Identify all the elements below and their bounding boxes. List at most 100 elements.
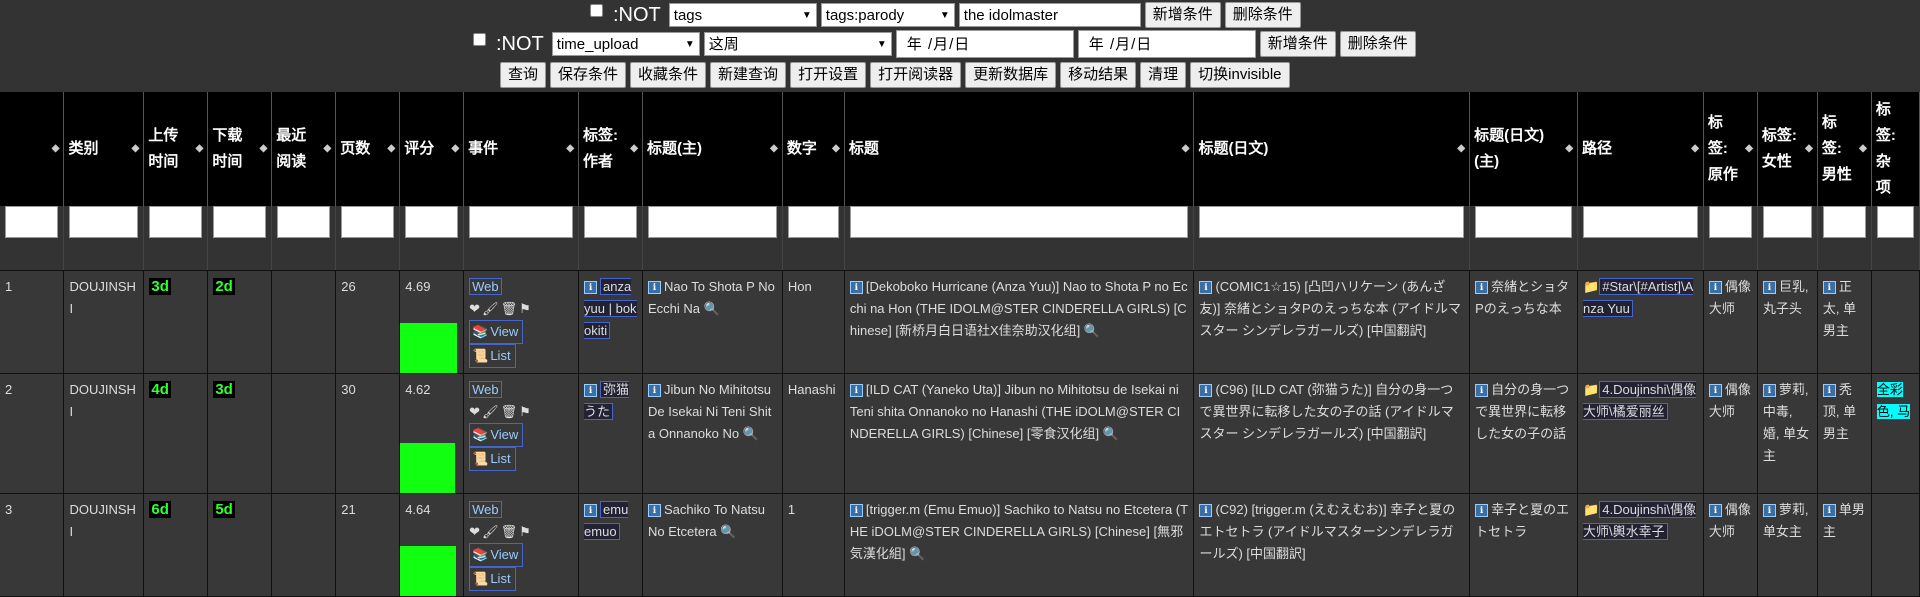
open-reader-button[interactable]: 打开阅读器 xyxy=(870,62,962,88)
save-condition-button[interactable]: 保存条件 xyxy=(550,62,627,88)
heart-icon[interactable]: ❤ xyxy=(469,401,480,423)
column-filter-input[interactable] xyxy=(213,206,267,238)
column-filter-row xyxy=(0,206,1920,271)
brush-icon[interactable]: 🖌 xyxy=(482,521,499,543)
delete-condition-button-1[interactable]: 删除条件 xyxy=(1224,2,1301,28)
move-results-button[interactable]: 移动结果 xyxy=(1060,62,1137,88)
column-filter-input[interactable] xyxy=(1822,206,1866,238)
column-filter-input[interactable] xyxy=(469,206,574,238)
table-row[interactable]: 3 DOUJINSHI 6d 5d 21 4.64 Web ❤ 🖌 🗑 ⚑ 📚 View📜 List ℹ em… xyxy=(0,493,1920,597)
col-misc[interactable]: 标签:杂项 xyxy=(1871,92,1920,206)
view-button[interactable]: 📚 View xyxy=(469,319,524,344)
clean-button[interactable]: 清理 xyxy=(1140,62,1187,88)
toggle-invisible-button[interactable]: 切换invisible xyxy=(1190,62,1290,88)
flag-icon[interactable]: ⚑ xyxy=(519,298,531,320)
trash-icon[interactable]: 🗑 xyxy=(501,298,518,320)
col-rating[interactable]: 评分 ◆ xyxy=(399,92,465,206)
col-parody[interactable]: 标签:原作 ◆ xyxy=(1703,92,1758,206)
column-filter-input[interactable] xyxy=(584,206,637,238)
update-db-button[interactable]: 更新数据库 xyxy=(965,62,1057,88)
upload-days: 4d xyxy=(149,380,171,398)
misc-tags[interactable]: 全彩色, 马 xyxy=(1876,381,1911,419)
col-path[interactable]: 路径 ◆ xyxy=(1577,92,1704,206)
list-icon: 📜 xyxy=(472,570,489,586)
heart-icon[interactable]: ❤ xyxy=(469,521,480,543)
view-button[interactable]: 📚 View xyxy=(469,542,524,567)
col-main-title[interactable]: 标题(主) ◆ xyxy=(642,92,783,206)
column-filter-input[interactable] xyxy=(849,206,1189,238)
col-pages[interactable]: 页数 ◆ xyxy=(335,92,401,206)
list-button[interactable]: 📜 List xyxy=(469,343,516,368)
col-male[interactable]: 标签:男性 ◆ xyxy=(1817,92,1872,206)
not-checkbox-2[interactable] xyxy=(473,32,486,46)
flag-icon[interactable]: ⚑ xyxy=(519,521,531,543)
col-author[interactable]: 标签:作者 ◆ xyxy=(578,92,643,206)
col-number[interactable]: 数字 ◆ xyxy=(782,92,845,206)
date-from-input[interactable]: 年 /月/日 xyxy=(895,30,1074,58)
col-event[interactable]: 事件 ◆ xyxy=(463,92,580,206)
path-link[interactable]: 4.Doujinshi\偶像大师\橘爱丽丝 xyxy=(1583,380,1697,420)
column-filter-input[interactable] xyxy=(1762,206,1812,238)
delete-condition-button-2[interactable]: 删除条件 xyxy=(1339,31,1416,57)
column-filter-input[interactable] xyxy=(1876,206,1914,238)
trash-icon[interactable]: 🗑 xyxy=(501,521,518,543)
column-filter-input[interactable] xyxy=(149,206,203,238)
web-link[interactable]: Web xyxy=(469,380,502,398)
list-button[interactable]: 📜 List xyxy=(469,566,516,591)
value-select-2[interactable]: 这周 xyxy=(703,32,892,57)
search-icon[interactable]: 🔍 xyxy=(1103,426,1119,441)
field-select-2[interactable]: time_upload xyxy=(551,32,700,57)
not-checkbox-1[interactable] xyxy=(590,3,603,17)
column-filter-input[interactable] xyxy=(341,206,395,238)
favorite-condition-button[interactable]: 收藏条件 xyxy=(630,62,707,88)
query-button[interactable]: 查询 xyxy=(500,62,547,88)
col-upload-time[interactable]: 上传时间 ◆ xyxy=(143,92,209,206)
column-filter-input[interactable] xyxy=(1708,206,1752,238)
col-female[interactable]: 标签:女性 ◆ xyxy=(1757,92,1818,206)
brush-icon[interactable]: 🖌 xyxy=(482,298,499,320)
web-link[interactable]: Web xyxy=(469,500,502,518)
flag-icon[interactable]: ⚑ xyxy=(519,401,531,423)
search-icon[interactable]: 🔍 xyxy=(720,524,736,539)
open-settings-button[interactable]: 打开设置 xyxy=(790,62,867,88)
col-category[interactable]: 类别 ◆ xyxy=(63,92,145,206)
col-index[interactable]: ◆ xyxy=(0,92,65,206)
add-condition-button-2[interactable]: 新增条件 xyxy=(1259,31,1336,57)
col-last-read[interactable]: 最近阅读 ◆ xyxy=(271,92,337,206)
date-to-input[interactable]: 年 /月/日 xyxy=(1077,30,1256,58)
heart-icon[interactable]: ❤ xyxy=(469,298,480,320)
search-icon[interactable]: 🔍 xyxy=(909,546,925,561)
view-button[interactable]: 📚 View xyxy=(469,422,524,447)
column-filter-input[interactable] xyxy=(5,206,59,238)
search-icon[interactable]: 🔍 xyxy=(704,301,720,316)
column-filter-input[interactable] xyxy=(1475,206,1573,238)
list-button[interactable]: 📜 List xyxy=(469,446,516,471)
column-filter-input[interactable] xyxy=(1199,206,1465,238)
trash-icon[interactable]: 🗑 xyxy=(501,401,518,423)
column-filter-input[interactable] xyxy=(277,206,331,238)
path-link[interactable]: 4.Doujinshi\偶像大师\輿水幸子 xyxy=(1583,500,1697,540)
table-row[interactable]: 1 DOUJINSHI 3d 2d 26 4.69 Web ❤ 🖌 🗑 ⚑ 📚 View📜 List ℹ an… xyxy=(0,270,1920,374)
list-icon: 📜 xyxy=(472,450,489,466)
field-select-1[interactable]: tags xyxy=(668,3,817,28)
col-jp-main-title[interactable]: 标题(日文)(主) ◆ xyxy=(1469,92,1579,206)
column-filter-input[interactable] xyxy=(69,206,139,238)
brush-icon[interactable]: 🖌 xyxy=(482,401,499,423)
column-filter-input[interactable] xyxy=(405,206,459,238)
search-icon[interactable]: 🔍 xyxy=(1084,323,1100,338)
web-link[interactable]: Web xyxy=(469,277,502,295)
filter-row-2: :NOT time_upload 这周 年 /月/日 年 /月/日 新增条件 删… xyxy=(473,30,1416,58)
col-jp-title[interactable]: 标题(日文) ◆ xyxy=(1193,92,1471,206)
path-link[interactable]: #Star\[#Artist]\Anza Yuu xyxy=(1583,277,1694,317)
new-query-button[interactable]: 新建查询 xyxy=(710,62,787,88)
table-row[interactable]: 2 DOUJINSHI 4d 3d 30 4.62 Web ❤ 🖌 🗑 ⚑ 📚 View📜 List ℹ 弥猫… xyxy=(0,373,1920,494)
search-icon[interactable]: 🔍 xyxy=(743,426,759,441)
col-title[interactable]: 标题 ◆ xyxy=(844,92,1195,206)
column-filter-input[interactable] xyxy=(648,206,777,238)
value-select-1[interactable]: tags:parody xyxy=(820,3,955,28)
value-input-1[interactable]: the idolmaster xyxy=(958,3,1141,27)
column-filter-input[interactable] xyxy=(787,206,839,238)
col-download-time[interactable]: 下载时间 ◆ xyxy=(207,92,273,206)
add-condition-button-1[interactable]: 新增条件 xyxy=(1144,2,1221,28)
column-filter-input[interactable] xyxy=(1583,206,1698,238)
